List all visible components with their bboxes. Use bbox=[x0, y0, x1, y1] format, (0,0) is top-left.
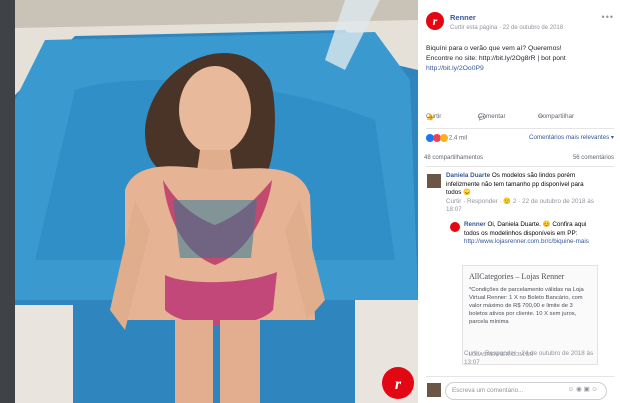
comments-count[interactable]: 56 comentários bbox=[573, 155, 614, 161]
svg-text:r: r bbox=[395, 376, 402, 393]
sort-comments-dropdown[interactable]: Comentários mais relevantes ▾ bbox=[529, 134, 614, 141]
post-link[interactable]: http://bit.ly/2Oo0P9 bbox=[426, 64, 614, 74]
reply-meta[interactable]: Curtir · Responder · 24 de outubro de 20… bbox=[464, 350, 598, 367]
post-header: r Renner Curtir esta página · 22 de outu… bbox=[418, 0, 620, 34]
emoji-camera-gif-sticker-icons[interactable]: ☺◉▣☺ bbox=[568, 386, 600, 393]
divider bbox=[426, 376, 614, 377]
comment-author[interactable]: Daniela Duarte bbox=[446, 172, 490, 179]
post-actions: 👍 Curtir 💬 Comentar ↪ Compartilhar bbox=[426, 113, 575, 121]
shares-count[interactable]: 48 compartilhamentos bbox=[424, 155, 483, 161]
more-options-icon[interactable]: ••• bbox=[602, 12, 614, 22]
post-text: Biquíni para o verão que vem aí? Queremo… bbox=[426, 44, 614, 74]
reactions-count[interactable]: 2,4 mil bbox=[449, 135, 467, 142]
comment-placeholder: Escreva um comentário... bbox=[452, 387, 524, 394]
post-photo[interactable]: r bbox=[15, 0, 418, 403]
follow-page-link[interactable]: Curtir esta página bbox=[450, 25, 497, 31]
renner-reply-avatar[interactable] bbox=[450, 222, 460, 232]
commenter-avatar[interactable] bbox=[427, 174, 441, 188]
current-user-avatar bbox=[427, 383, 441, 397]
post-stats: 48 compartilhamentos 56 comentários bbox=[424, 155, 614, 161]
comment-link[interactable]: http://www.lojasrenner.com.br/c/biquine-… bbox=[464, 238, 598, 247]
divider bbox=[426, 166, 614, 167]
card-title: AllCategories – Lojas Renner bbox=[469, 272, 565, 281]
card-description: *Condições de parcelamento válidas na Lo… bbox=[469, 287, 584, 325]
divider bbox=[426, 128, 614, 129]
reactions-row: 2,4 mil Comentários mais relevantes ▾ bbox=[426, 134, 614, 146]
post-date[interactable]: 22 de outubro de 2018 bbox=[503, 25, 563, 31]
page-name[interactable]: Renner bbox=[450, 13, 476, 22]
comment-renner-reply: Renner Oi, Daniela Duarte. 😊 Confira aqu… bbox=[464, 221, 598, 247]
renner-logo-avatar[interactable]: r bbox=[426, 12, 444, 30]
pool-photo: r bbox=[15, 0, 418, 403]
post-text-line: Encontre no site: http://bit.ly/2Og8rR |… bbox=[426, 55, 566, 62]
comment-daniela: Daniela Duarte Os modelos são lindos por… bbox=[446, 172, 596, 215]
post-text-line: Biquíni para o verão que vem aí? Queremo… bbox=[426, 45, 562, 52]
comment-meta[interactable]: Curtir · Responder · 🙂 2 · 22 de outubro… bbox=[446, 198, 596, 215]
comment-input[interactable]: Escreva um comentário... ☺◉▣☺ bbox=[445, 382, 607, 400]
wow-reaction-icon bbox=[440, 134, 448, 142]
viewer-backdrop bbox=[0, 0, 15, 403]
post-subtitle: Curtir esta página · 22 de outubro de 20… bbox=[450, 25, 564, 31]
comment-author[interactable]: Renner bbox=[464, 221, 486, 228]
